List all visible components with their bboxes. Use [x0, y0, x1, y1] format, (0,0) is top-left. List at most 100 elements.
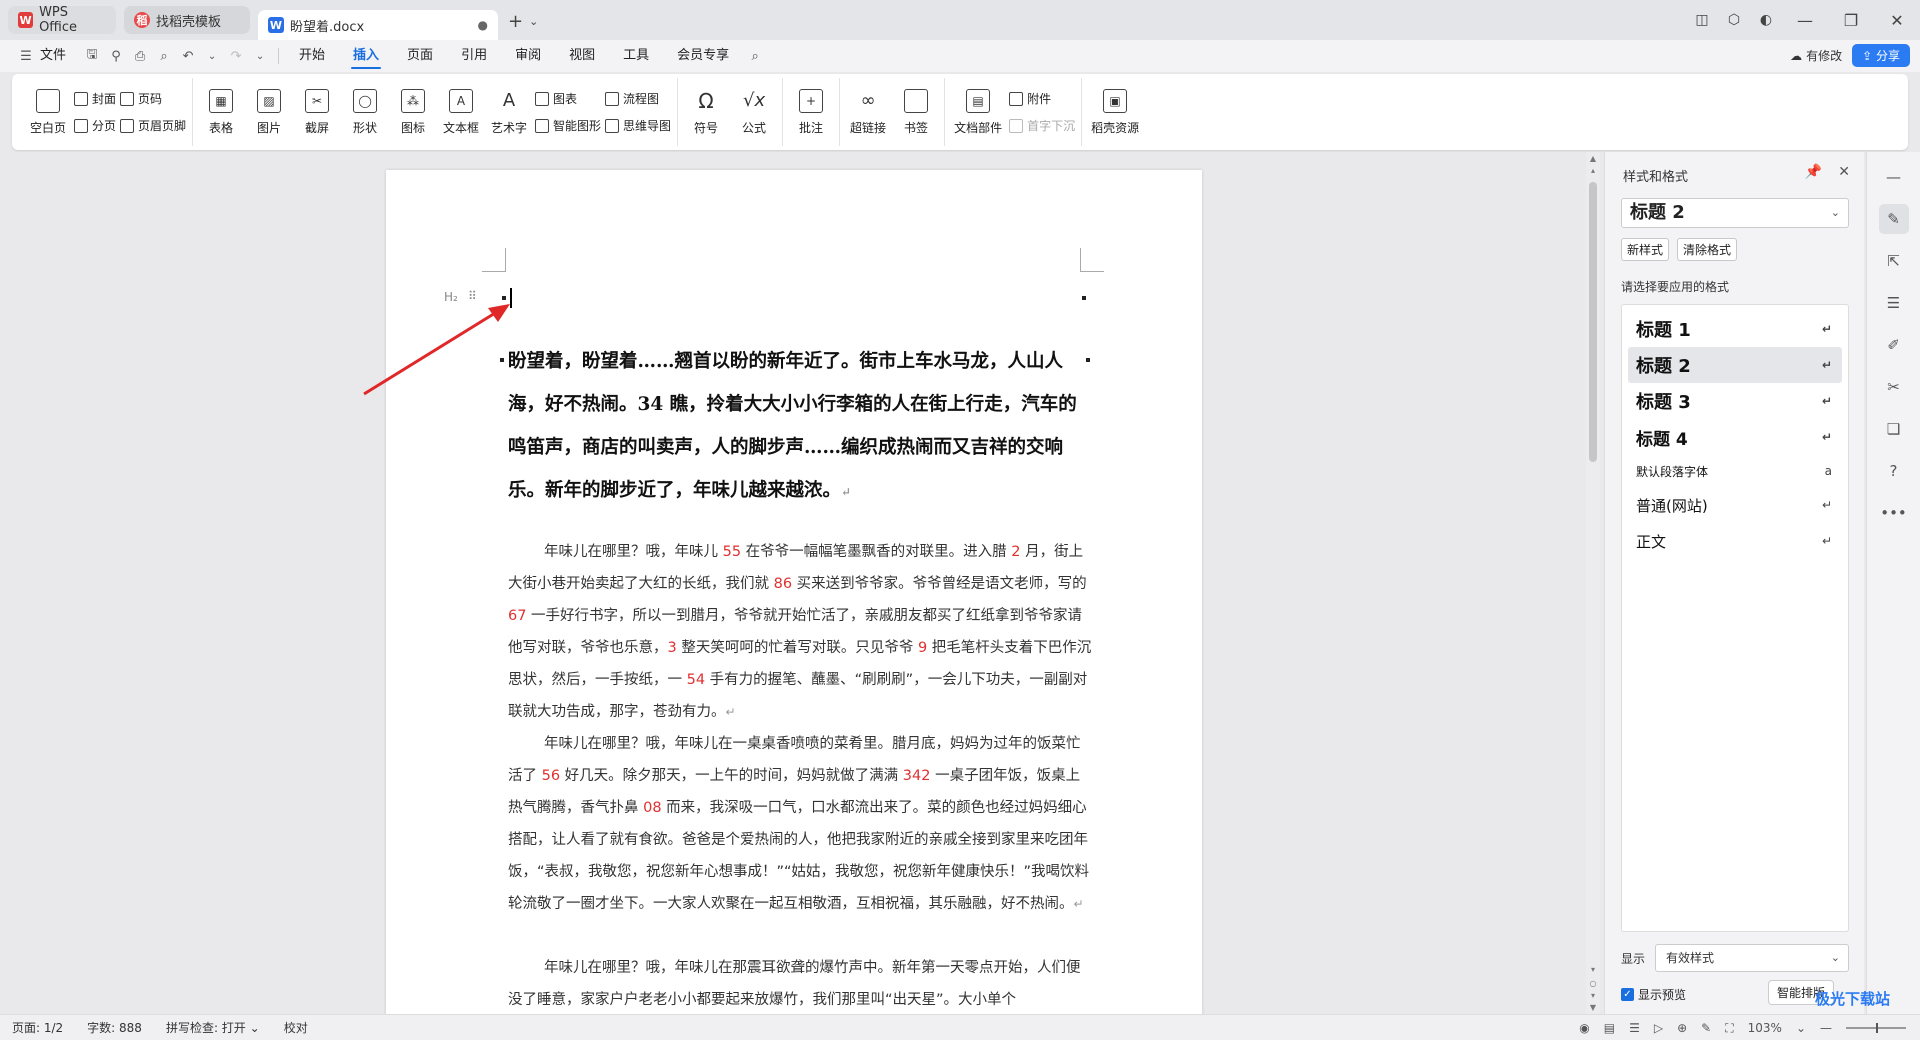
zoom-level[interactable]: 103%: [1748, 1021, 1782, 1035]
chevron-down-icon[interactable]: ⌄: [200, 51, 224, 62]
eye-icon[interactable]: ◉: [1579, 1021, 1589, 1035]
search-icon[interactable]: ⌕: [743, 49, 767, 64]
close-window-button[interactable]: ✕: [1874, 11, 1920, 30]
scroll-thumb[interactable]: [1589, 182, 1597, 462]
blank-page-button[interactable]: 空白页: [26, 88, 70, 136]
table-button[interactable]: ▦ 表格: [199, 88, 243, 136]
cube-icon[interactable]: ⬡: [1718, 12, 1750, 28]
doc-parts-button[interactable]: ▤ 文档部件: [951, 88, 1005, 136]
show-filter-select[interactable]: 有效样式 ⌄: [1655, 944, 1850, 972]
help-icon[interactable]: ?: [1879, 456, 1909, 486]
undo-icon[interactable]: ↶: [176, 49, 200, 64]
menu-member[interactable]: 会员专享: [663, 40, 743, 72]
picture-button[interactable]: ▨ 图片: [247, 88, 291, 136]
flowchart-button[interactable]: 流程图: [605, 90, 671, 107]
print-icon[interactable]: ⎙: [128, 49, 152, 64]
body-paragraph-1[interactable]: 年味儿在哪里？哦，年味儿 55 在爷爷一幅幅笔墨飘香的对联里。进入腊 2 月，街…: [508, 536, 1092, 728]
style-item-heading-2[interactable]: 标题 2 ↵: [1628, 347, 1842, 383]
style-brush-icon[interactable]: ✎: [1878, 204, 1909, 234]
current-style-select[interactable]: 标题 2 ⌄: [1621, 198, 1849, 228]
menu-start[interactable]: 开始: [285, 40, 339, 72]
style-item-heading-4[interactable]: 标题 4 ↵: [1628, 419, 1842, 455]
proofread-button[interactable]: 校对: [272, 1019, 320, 1036]
scroll-select-browse-icon[interactable]: ○: [1586, 979, 1600, 988]
modified-status[interactable]: ☁ 有修改: [1790, 47, 1842, 64]
redo-icon[interactable]: ↷: [224, 49, 248, 64]
smart-graphic-button[interactable]: 智能图形: [535, 117, 601, 134]
page-number-button[interactable]: 页码: [120, 90, 186, 107]
cover-button[interactable]: 封面: [74, 90, 116, 107]
new-style-button[interactable]: 新样式: [1621, 238, 1670, 261]
spell-check-toggle[interactable]: 拼写检查: 打开 ⌄: [154, 1019, 272, 1036]
play-icon[interactable]: ▷: [1654, 1021, 1663, 1035]
select-pointer-icon[interactable]: ⇱: [1879, 246, 1909, 276]
pin-icon[interactable]: 📌: [1805, 164, 1822, 180]
shape-button[interactable]: ◯ 形状: [343, 88, 387, 136]
outline-view-icon[interactable]: ☰: [1629, 1021, 1640, 1035]
page-break-button[interactable]: 分页: [74, 117, 116, 134]
hamburger-icon[interactable]: ☰: [14, 49, 38, 64]
minimize-button[interactable]: —: [1782, 11, 1828, 30]
menu-review[interactable]: 审阅: [501, 40, 555, 72]
vertical-scrollbar[interactable]: ▲ ▴ ▾ ○ ▾ ▼: [1586, 152, 1600, 1014]
page-indicator[interactable]: 页面: 1/2: [0, 1019, 75, 1036]
show-preview-checkbox[interactable]: ✓ 显示预览: [1621, 986, 1686, 1003]
comment-button[interactable]: + 批注: [789, 88, 833, 136]
menu-view[interactable]: 视图: [555, 40, 609, 72]
style-item-default-font[interactable]: 默认段落字体 a: [1628, 455, 1842, 487]
textbox-button[interactable]: A 文本框: [439, 88, 483, 136]
heading-paragraph[interactable]: 盼望着，盼望着……翘首以盼的新年近了。街市上车水马龙，人山人海，好不热闹。34 …: [508, 340, 1092, 514]
new-tab-button[interactable]: + ⌄: [498, 6, 548, 36]
menu-insert[interactable]: 插入: [339, 40, 393, 72]
formula-button[interactable]: √x 公式: [732, 89, 776, 136]
style-item-normal-web[interactable]: 普通(网站) ↵: [1628, 487, 1842, 523]
menu-reference[interactable]: 引用: [447, 40, 501, 72]
screenshot-button[interactable]: ✂ 截屏: [295, 88, 339, 136]
layout-icon[interactable]: ◫: [1686, 12, 1718, 28]
tab-template[interactable]: 稻 找稻壳模板: [124, 6, 250, 34]
wordart-button[interactable]: A 艺术字: [487, 89, 531, 136]
tools-icon[interactable]: ✂: [1879, 372, 1909, 402]
scroll-prev-page-icon[interactable]: ▾: [1586, 965, 1600, 974]
page-view-icon[interactable]: ▤: [1604, 1021, 1615, 1035]
menu-file[interactable]: 文件: [38, 40, 80, 72]
more-icon[interactable]: •••: [1879, 498, 1909, 528]
tab-document[interactable]: W 盼望着.docx ●: [258, 10, 498, 40]
tab-wps-office[interactable]: W WPS Office: [8, 5, 116, 35]
web-view-icon[interactable]: ⊕: [1677, 1021, 1687, 1035]
chevron-down-icon[interactable]: ⌄: [1796, 1021, 1806, 1035]
link-icon[interactable]: ⚲: [104, 49, 128, 64]
style-item-heading-3[interactable]: 标题 3 ↵: [1628, 383, 1842, 419]
fit-page-icon[interactable]: ⛶: [1725, 1021, 1733, 1036]
body-paragraph-3[interactable]: 年味儿在哪里？哦，年味儿在那震耳欲聋的爆竹声中。新年第一天零点开始，人们便没了睡…: [508, 952, 1092, 1014]
header-footer-button[interactable]: 页眉页脚: [120, 117, 186, 134]
panel-title[interactable]: 样式和格式: [1623, 166, 1688, 185]
book-icon[interactable]: ❏: [1879, 414, 1909, 444]
close-tab-icon[interactable]: ●: [478, 18, 488, 32]
menu-tools[interactable]: 工具: [609, 40, 663, 72]
close-icon[interactable]: ✕: [1838, 164, 1850, 180]
collapse-icon[interactable]: —: [1879, 162, 1909, 192]
zoom-slider[interactable]: [1846, 1023, 1906, 1033]
word-count[interactable]: 字数: 888: [75, 1019, 154, 1036]
chart-button[interactable]: 图表: [535, 90, 601, 107]
mindmap-button[interactable]: 思维导图: [605, 117, 671, 134]
style-item-body[interactable]: 正文 ↵: [1628, 523, 1842, 559]
chevron-down-icon[interactable]: ⌄: [248, 51, 272, 62]
menu-page[interactable]: 页面: [393, 40, 447, 72]
share-button[interactable]: ⇪ 分享: [1852, 44, 1910, 67]
avatar[interactable]: ◐: [1750, 12, 1782, 28]
scroll-next-page-icon[interactable]: ▾: [1586, 991, 1600, 1000]
clear-format-button[interactable]: 清除格式: [1677, 238, 1738, 261]
hyperlink-button[interactable]: ∞ 超链接: [846, 89, 890, 136]
zoom-out-icon[interactable]: —: [1820, 1021, 1832, 1035]
scroll-up-icon[interactable]: ▲: [1586, 154, 1600, 163]
symbol-button[interactable]: Ω 符号: [684, 89, 728, 136]
scroll-top-icon[interactable]: ▴: [1586, 166, 1600, 175]
icon-button[interactable]: ⁂ 图标: [391, 88, 435, 136]
pen-icon[interactable]: ✎: [1701, 1021, 1711, 1035]
print-preview-icon[interactable]: ⌕: [152, 49, 176, 64]
save-icon[interactable]: 🖫: [80, 45, 104, 67]
bookmark-button[interactable]: 书签: [894, 88, 938, 136]
scroll-down-icon[interactable]: ▼: [1586, 1003, 1600, 1012]
